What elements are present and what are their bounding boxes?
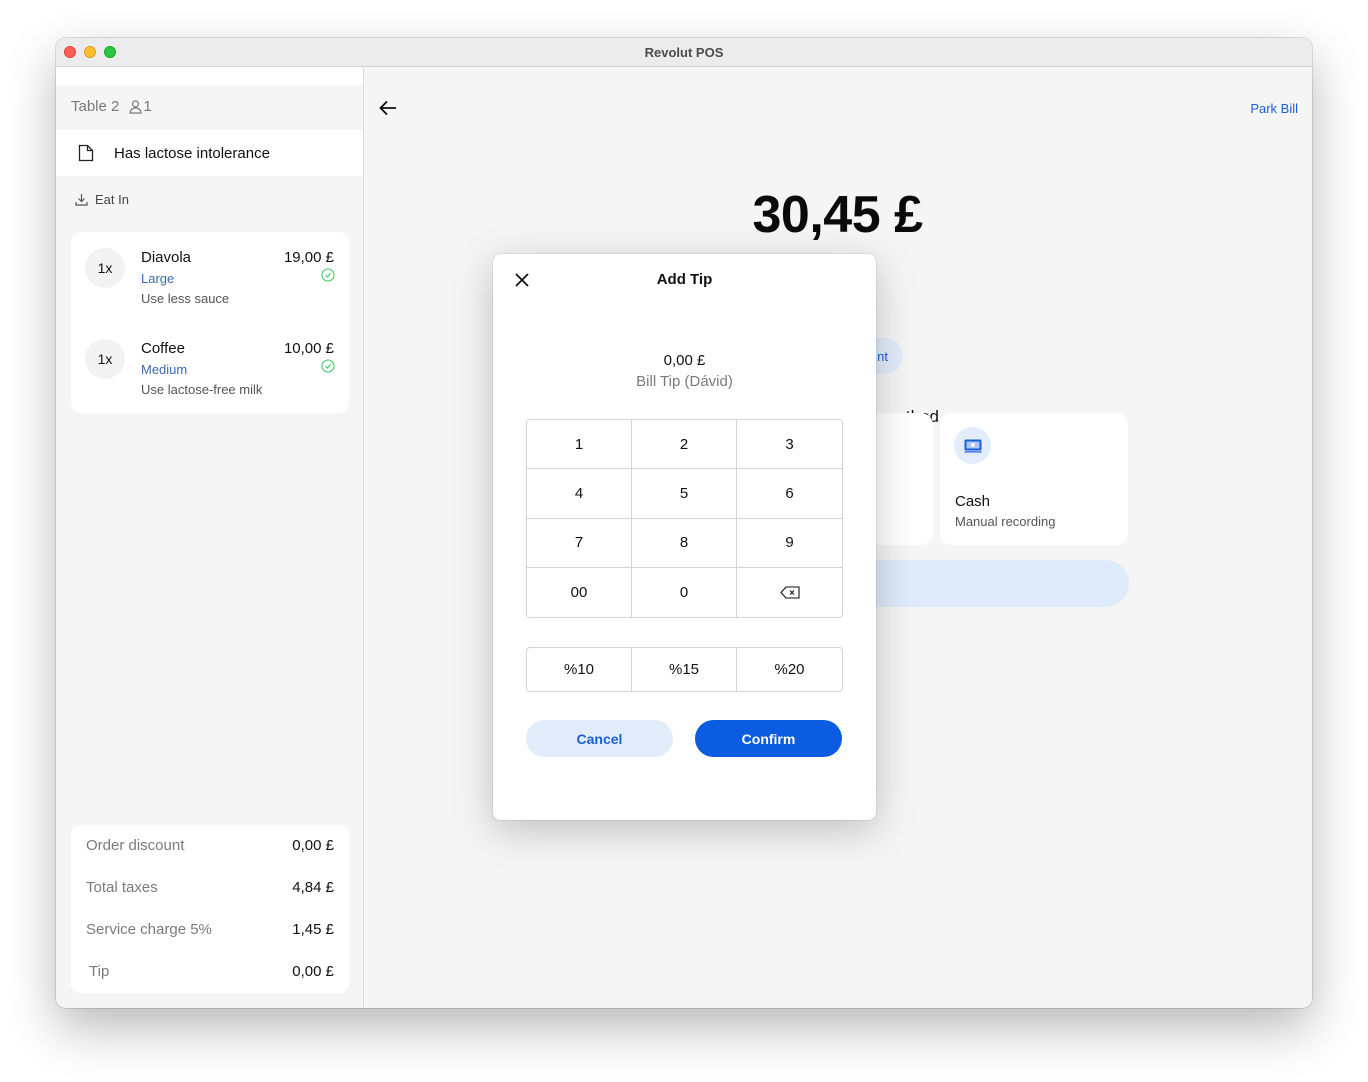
title-bar: Revolut POS (56, 38, 1312, 67)
item-price: 10,00 £ (283, 340, 334, 357)
add-tip-dialog: Add Tip 0,00 £ Bill Tip (Dávid) 1 2 3 4 … (493, 254, 876, 820)
maximize-window-button[interactable] (104, 46, 116, 58)
park-bill-link[interactable]: Park Bill (1250, 101, 1298, 116)
document-icon (78, 144, 94, 162)
tip-15-percent-button[interactable]: %15 (632, 648, 737, 691)
table-header[interactable]: Table 2 1 (71, 98, 152, 115)
tip-label: Bill Tip (Dávid) (636, 373, 733, 390)
item-variant: Medium (141, 362, 188, 377)
key-backspace[interactable] (737, 567, 842, 617)
tip-percent-options: %10 %15 %20 (526, 647, 843, 692)
key-2[interactable]: 2 (632, 420, 737, 470)
key-1[interactable]: 1 (527, 420, 632, 470)
item-price: 19,00 £ (283, 249, 334, 266)
cash-icon (964, 439, 981, 452)
key-5[interactable]: 5 (632, 469, 737, 519)
dialog-title: Add Tip (656, 271, 713, 288)
item-variant: Large (141, 271, 175, 286)
order-summary: Order discount 0,00 £ Total taxes 4,84 £… (71, 825, 349, 993)
window-controls (64, 46, 116, 58)
confirm-button[interactable]: Confirm (695, 720, 842, 757)
guest-count: 1 (129, 98, 152, 115)
download-icon (75, 194, 88, 206)
tip-amount: 0,00 £ (663, 352, 706, 369)
numeric-keypad: 1 2 3 4 5 6 7 8 9 00 0 (526, 419, 843, 618)
tip-20-percent-button[interactable]: %20 (737, 648, 842, 691)
summary-row-discount[interactable]: Order discount 0,00 £ (86, 835, 334, 855)
summary-row-tip[interactable]: Tip 0,00 £ (89, 961, 334, 981)
item-name: Diavola (141, 249, 192, 266)
cash-method-card[interactable]: Cash Manual recording (940, 413, 1128, 545)
order-items-list: 1x Diavola Large Use less sauce 19,00 £ … (71, 232, 349, 413)
list-item[interactable]: 1x Diavola Large Use less sauce 19,00 £ (71, 232, 349, 312)
list-item[interactable]: 1x Coffee Medium Use lactose-free milk 1… (71, 323, 349, 403)
close-window-button[interactable] (64, 46, 76, 58)
table-label: Table 2 (71, 98, 120, 115)
key-3[interactable]: 3 (737, 420, 842, 470)
person-icon (129, 99, 142, 114)
cash-method-subtitle: Manual recording (955, 514, 1056, 529)
order-sidebar: Table 2 1 Has lactose intolerance Eat In… (56, 67, 364, 1008)
item-name: Coffee (141, 340, 185, 357)
key-7[interactable]: 7 (527, 518, 632, 568)
order-note[interactable]: Has lactose intolerance (56, 130, 363, 176)
window-title: Revolut POS (644, 44, 724, 60)
check-circle-icon (321, 268, 335, 282)
summary-row-service-charge[interactable]: Service charge 5% 1,45 £ (86, 919, 334, 939)
order-note-text: Has lactose intolerance (114, 144, 270, 162)
item-quantity: 1x (85, 339, 125, 379)
backspace-icon (779, 586, 800, 599)
key-4[interactable]: 4 (527, 469, 632, 519)
minimize-window-button[interactable] (84, 46, 96, 58)
order-type[interactable]: Eat In (75, 192, 129, 207)
key-8[interactable]: 8 (632, 518, 737, 568)
key-6[interactable]: 6 (737, 469, 842, 519)
summary-row-taxes: Total taxes 4,84 £ (86, 878, 334, 896)
tip-10-percent-button[interactable]: %10 (527, 648, 632, 691)
cash-method-title: Cash (955, 493, 991, 510)
check-circle-icon (321, 359, 335, 373)
key-00[interactable]: 00 (527, 567, 632, 617)
back-arrow-icon[interactable] (377, 97, 399, 119)
key-9[interactable]: 9 (737, 518, 842, 568)
item-note: Use less sauce (141, 291, 230, 306)
total-amount: 30,45 £ (752, 186, 924, 244)
order-type-label: Eat In (95, 192, 129, 207)
item-note: Use lactose-free milk (141, 382, 263, 397)
key-0[interactable]: 0 (632, 567, 737, 617)
item-quantity: 1x (85, 248, 125, 288)
cancel-button[interactable]: Cancel (526, 720, 673, 757)
